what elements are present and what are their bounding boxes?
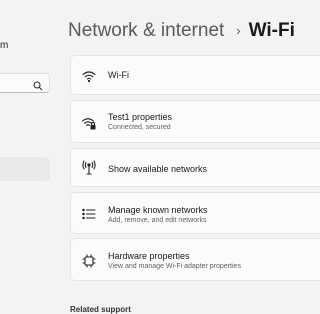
show-available-networks-title: Show available networks xyxy=(108,164,208,174)
breadcrumb: Network & internet › Wi-Fi xyxy=(68,18,295,44)
show-available-networks-card[interactable]: Show available networks xyxy=(70,148,320,187)
network-properties-card[interactable]: Test1 properties Connected, secured xyxy=(70,100,320,143)
search-input[interactable] xyxy=(0,73,50,93)
network-properties-title: Test1 properties xyxy=(108,112,173,122)
network-properties-subtitle: Connected, secured xyxy=(108,124,171,131)
list-icon xyxy=(81,206,97,222)
antenna-icon xyxy=(81,160,97,176)
page-title: Wi-Fi xyxy=(248,20,295,41)
manage-known-networks-title: Manage known networks xyxy=(108,205,208,215)
breadcrumb-parent[interactable]: Network & internet xyxy=(68,20,224,42)
chip-icon xyxy=(81,253,97,269)
manage-known-networks-subtitle: Add, remove, and edit networks xyxy=(108,217,207,224)
breadcrumb-separator: › xyxy=(236,22,241,38)
wifi-card-title: Wi-Fi xyxy=(108,70,129,80)
hardware-properties-subtitle: View and manage Wi-Fi adapter properties xyxy=(108,263,241,270)
wifi-icon xyxy=(81,68,97,84)
hardware-properties-card[interactable]: Hardware properties View and manage Wi-F… xyxy=(70,238,320,281)
hardware-properties-title: Hardware properties xyxy=(108,251,190,261)
related-support-heading: Related support xyxy=(70,305,131,314)
sidebar-user-name: m xyxy=(0,40,9,51)
wifi-lock-icon xyxy=(81,115,97,131)
wifi-toggle-card[interactable]: Wi-Fi xyxy=(70,55,320,95)
sidebar-item-selected[interactable] xyxy=(0,157,50,181)
search-icon xyxy=(33,78,43,91)
manage-known-networks-card[interactable]: Manage known networks Add, remove, and e… xyxy=(70,192,320,234)
